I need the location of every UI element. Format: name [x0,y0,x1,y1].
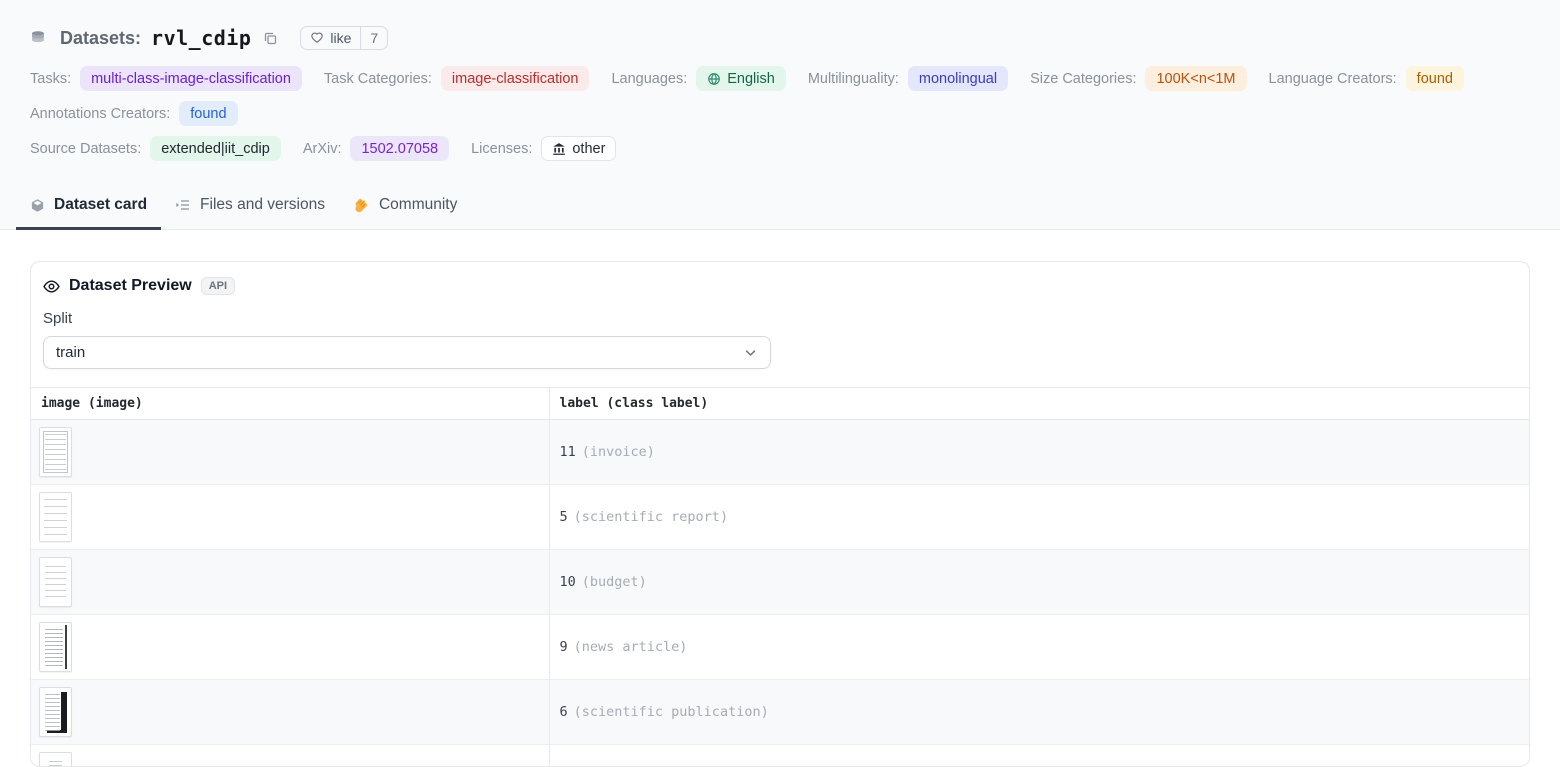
label-value: 6 [560,704,568,720]
section-label: Datasets: [60,28,141,49]
label-value: 10 [560,574,576,590]
tag-pill[interactable]: found [1406,66,1464,91]
like-label: like [330,30,351,46]
label-cell: 6 (scientific publication) [549,680,1529,745]
tag-pill[interactable]: multi-class-image-classification [80,66,302,91]
column-header-label: label (class label) [549,388,1529,420]
tag-pill[interactable]: other [541,136,616,161]
image-cell [31,550,549,615]
globe-icon [707,72,721,86]
document-thumbnail [39,687,72,737]
page-header: Datasets: rvl_cdip like 7 Tasks: multi-c… [0,0,1560,230]
tag-pill[interactable]: English [696,66,786,91]
preview-title: Dataset Preview [69,277,192,295]
label-cell: 9 (news article) [549,615,1529,680]
tag-group-label: Annotations Creators: [30,106,170,122]
tag-group-label: ArXiv: [303,141,342,157]
dataset-name: rvl_cdip [151,26,251,50]
tag-group-label: Tasks: [30,71,71,87]
split-select[interactable]: train [43,336,771,369]
label-value: 11 [560,444,576,460]
table-row [31,745,1529,767]
tab-files-and-versions[interactable]: Files and versions [161,187,339,230]
tag-group-label: Task Categories: [324,71,432,87]
dataset-tags-row-2: Source Datasets: extended|iit_cdip ArXiv… [30,136,1530,161]
tag-group-label: Source Datasets: [30,141,141,157]
eye-icon [43,278,60,295]
label-name: (budget) [582,574,647,590]
main-content: Dataset Preview API Split train image (i… [0,230,1560,767]
datasets-icon [30,30,46,46]
box-icon [30,198,45,213]
versions-icon [175,197,191,213]
tag-pill[interactable]: extended|iit_cdip [150,136,281,161]
table-row: 10 (budget) [31,550,1529,615]
image-cell [31,615,549,680]
image-cell [31,485,549,550]
label-name: (invoice) [582,444,655,460]
tag-pill[interactable]: 100K<n<1M [1145,66,1246,91]
api-badge[interactable]: API [201,277,235,295]
label-cell: 5 (scientific report) [549,485,1529,550]
label-cell: 11 (invoice) [549,420,1529,485]
tag-group-label: Languages: [611,71,687,87]
label-value: 9 [560,639,568,655]
tag-pill[interactable]: found [179,101,237,126]
preview-table: image (image) label (class label) 11 (inv… [31,387,1529,767]
tag-group-label: Multilinguality: [808,71,899,87]
tag-pill[interactable]: 1502.07058 [350,136,449,161]
tag-pill[interactable]: image-classification [441,66,590,91]
tag-group-label: Licenses: [471,141,532,157]
bank-icon [552,142,566,156]
title-row: Datasets: rvl_cdip like 7 [30,26,1530,50]
table-row: 5 (scientific report) [31,485,1529,550]
dataset-preview-card: Dataset Preview API Split train image (i… [30,261,1530,767]
label-name: (scientific publication) [574,704,769,720]
heart-icon [310,31,324,45]
document-thumbnail [39,492,72,542]
column-header-image: image (image) [31,388,549,420]
tab-community[interactable]: Community [339,187,471,230]
tab-bar: Dataset card Files and versions Communit… [16,187,1530,229]
label-cell: 10 (budget) [549,550,1529,615]
tag-pill[interactable]: monolingual [908,66,1008,91]
label-value: 5 [560,509,568,525]
like-button[interactable]: like 7 [300,26,388,50]
image-cell [31,680,549,745]
table-row: 9 (news article) [31,615,1529,680]
dataset-tags-row-1: Tasks: multi-class-image-classification … [30,66,1530,126]
document-thumbnail [39,752,72,767]
table-row: 11 (invoice) [31,420,1529,485]
document-thumbnail [39,557,72,607]
document-thumbnail [39,622,72,672]
label-cell [549,745,1529,767]
table-row: 6 (scientific publication) [31,680,1529,745]
like-count: 7 [360,27,387,49]
tab-dataset-card[interactable]: Dataset card [16,187,161,230]
label-name: (news article) [574,639,688,655]
label-name: (scientific report) [574,509,728,525]
document-thumbnail [39,427,72,477]
split-select-value: train [56,344,85,361]
hands-icon [353,197,370,214]
tag-group-label: Language Creators: [1269,71,1397,87]
table-header-row: image (image) label (class label) [31,388,1529,420]
chevron-down-icon [743,345,758,360]
copy-icon[interactable] [261,29,280,48]
image-cell [31,420,549,485]
tag-group-label: Size Categories: [1030,71,1136,87]
split-label: Split [43,310,1517,327]
image-cell [31,745,549,767]
